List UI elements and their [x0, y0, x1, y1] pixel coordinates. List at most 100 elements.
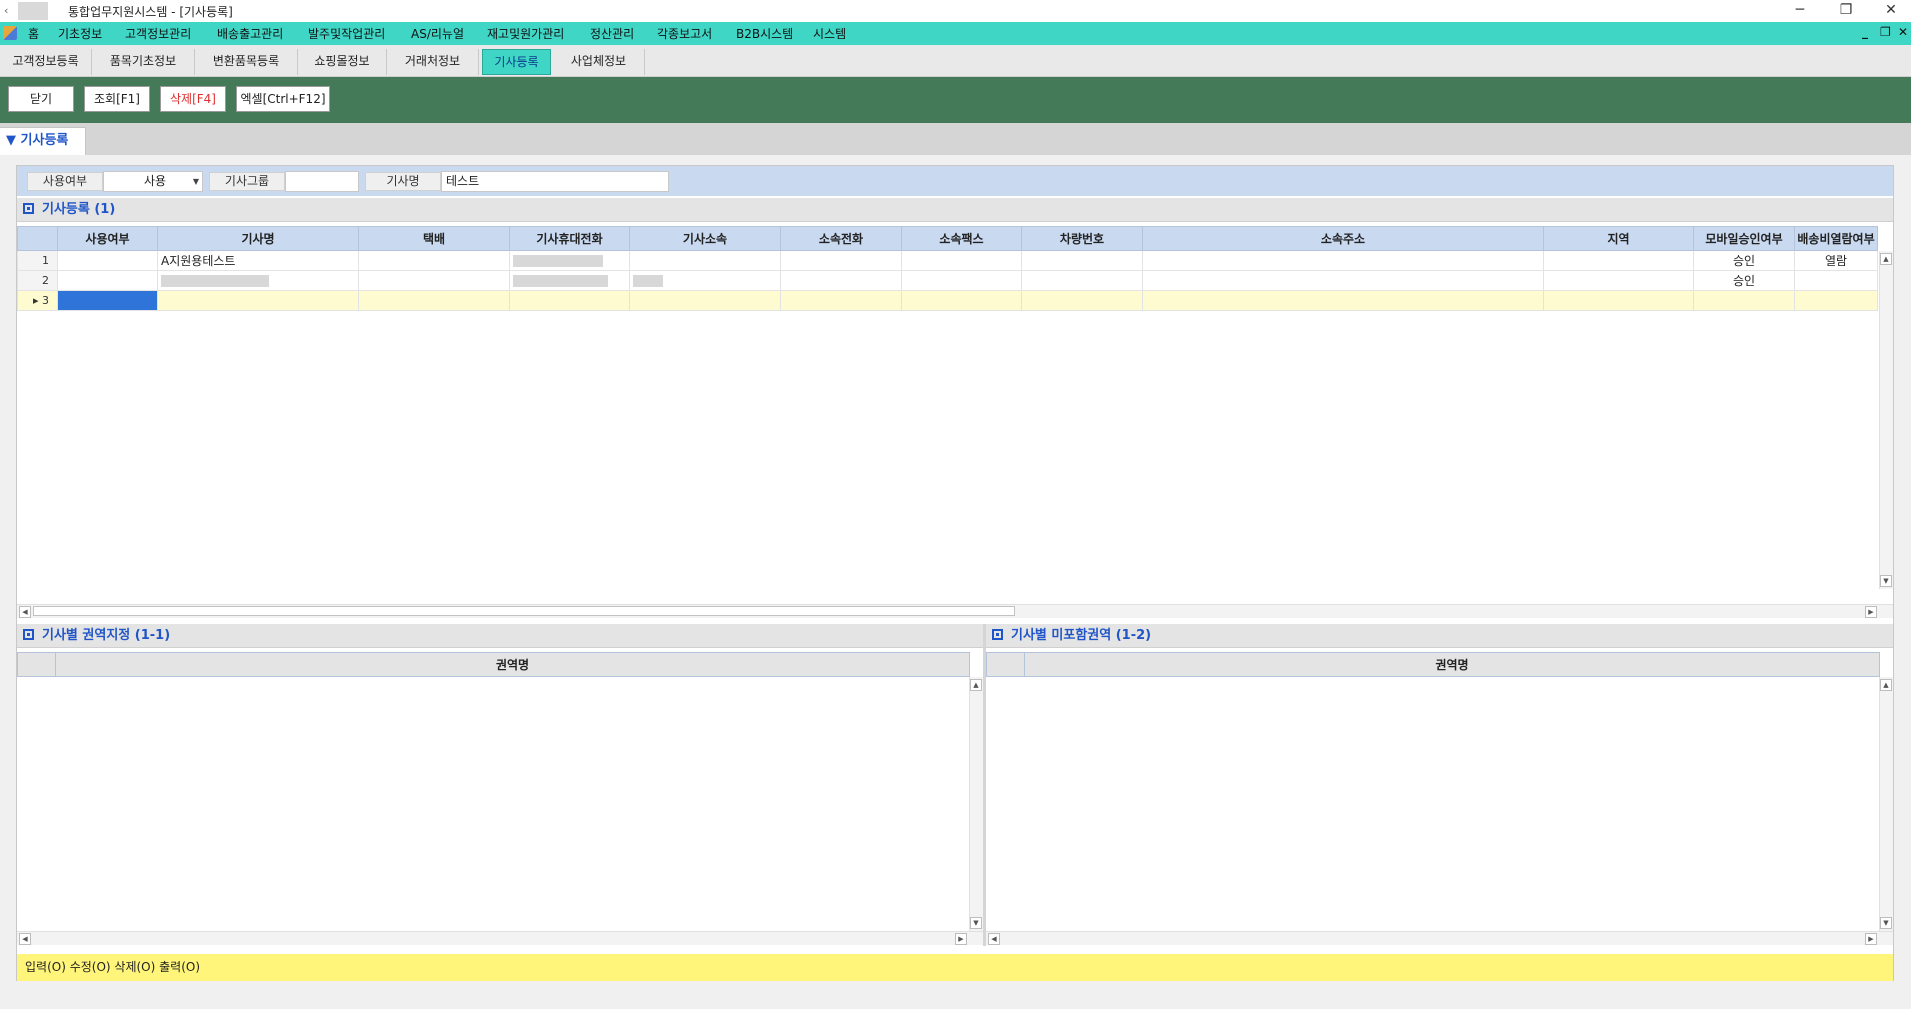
scroll-left-icon[interactable]: ◀: [988, 933, 1000, 945]
cell-aff-phone[interactable]: [780, 290, 902, 311]
menu-customer-info[interactable]: 고객정보관리: [125, 25, 191, 42]
cell-mobile[interactable]: [509, 290, 630, 311]
cell-name[interactable]: [157, 270, 359, 291]
cell-mobile-approval[interactable]: 승인: [1693, 270, 1795, 291]
col-vehicle[interactable]: 차량번호: [1021, 226, 1143, 251]
col-affiliation[interactable]: 기사소속: [629, 226, 781, 251]
cell-fee-view[interactable]: 열람: [1794, 250, 1878, 271]
tab-customer-register[interactable]: 고객정보등록: [0, 49, 92, 75]
menu-inventory[interactable]: 재고및원가관리: [487, 25, 564, 42]
cell-affiliation[interactable]: [629, 290, 781, 311]
col-zone-name[interactable]: 권역명: [55, 652, 970, 677]
scroll-down-icon[interactable]: ▼: [1880, 575, 1892, 587]
cell-vehicle[interactable]: [1021, 290, 1143, 311]
table-row-selected[interactable]: ▸ 3: [17, 290, 1878, 311]
scroll-right-icon[interactable]: ▶: [955, 933, 967, 945]
cell-mobile[interactable]: [509, 250, 630, 271]
menu-system[interactable]: 시스템: [813, 25, 846, 42]
tab-driver-register[interactable]: 기사등록: [482, 49, 551, 75]
scroll-left-icon[interactable]: ◀: [19, 933, 31, 945]
menu-as-renewal[interactable]: AS/리뉴얼: [411, 25, 464, 42]
cell-name[interactable]: [157, 290, 359, 311]
cell-aff-fax[interactable]: [901, 250, 1022, 271]
mdi-minimize-icon[interactable]: _: [1862, 25, 1868, 39]
cell-use-editing[interactable]: [57, 290, 158, 311]
delete-button[interactable]: 삭제[F4]: [160, 86, 226, 112]
scroll-up-icon[interactable]: ▲: [1880, 679, 1892, 691]
cell-vehicle[interactable]: [1021, 250, 1143, 271]
menu-reports[interactable]: 각종보고서: [657, 25, 712, 42]
menu-home[interactable]: 홈: [28, 25, 39, 42]
group-input[interactable]: [285, 171, 359, 192]
col-aff-phone[interactable]: 소속전화: [780, 226, 902, 251]
tab-shopping-mall[interactable]: 쇼핑몰정보: [298, 49, 387, 75]
close-icon[interactable]: ✕: [1871, 0, 1911, 22]
cell-mobile-approval[interactable]: 승인: [1693, 250, 1795, 271]
use-select[interactable]: 사용 ▼: [103, 171, 203, 192]
col-region[interactable]: 지역: [1543, 226, 1694, 251]
minimize-icon[interactable]: ─: [1780, 0, 1820, 22]
cell-name[interactable]: A지원용테스트: [157, 250, 359, 271]
zone-exclude-hscroll[interactable]: ◀ ▶: [986, 931, 1893, 945]
col-use[interactable]: 사용여부: [57, 226, 158, 251]
scroll-down-icon[interactable]: ▼: [1880, 917, 1892, 929]
col-aff-fax[interactable]: 소속팩스: [901, 226, 1022, 251]
main-horizontal-scrollbar[interactable]: ◀ ▶: [17, 604, 1893, 618]
zone-assign-hscroll[interactable]: ◀ ▶: [17, 931, 983, 945]
name-input[interactable]: 테스트: [441, 171, 669, 192]
cell-affiliation[interactable]: [629, 270, 781, 291]
col-name[interactable]: 기사명: [157, 226, 359, 251]
cell-aff-phone[interactable]: [780, 250, 902, 271]
cell-mobile[interactable]: [509, 270, 630, 291]
collapse-icon[interactable]: [23, 629, 34, 640]
table-row[interactable]: 2 승인: [17, 270, 1878, 291]
cell-courier[interactable]: [358, 290, 510, 311]
cell-region[interactable]: [1543, 270, 1694, 291]
cell-region[interactable]: [1543, 290, 1694, 311]
menu-b2b[interactable]: B2B시스템: [736, 25, 793, 42]
mdi-restore-icon[interactable]: ❐: [1880, 25, 1891, 39]
restore-icon[interactable]: ❐: [1826, 0, 1866, 22]
scroll-thumb[interactable]: [33, 606, 1015, 616]
zone-exclude-vscroll[interactable]: ▲ ▼: [1879, 677, 1893, 931]
tab-item-convert[interactable]: 변환품목등록: [195, 49, 298, 75]
scroll-up-icon[interactable]: ▲: [1880, 253, 1892, 265]
col-fee-view[interactable]: 배송비열람여부: [1794, 226, 1878, 251]
menu-delivery[interactable]: 배송출고관리: [217, 25, 283, 42]
scroll-left-icon[interactable]: ◀: [19, 606, 31, 618]
back-icon[interactable]: ‹: [4, 4, 12, 18]
main-vertical-scrollbar[interactable]: ▲ ▼: [1879, 251, 1893, 589]
col-address[interactable]: 소속주소: [1142, 226, 1544, 251]
chevron-down-icon[interactable]: ▼: [193, 172, 199, 191]
scroll-up-icon[interactable]: ▲: [970, 679, 982, 691]
cell-aff-fax[interactable]: [901, 270, 1022, 291]
cell-aff-phone[interactable]: [780, 270, 902, 291]
excel-button[interactable]: 엑셀[Ctrl+F12]: [236, 86, 330, 112]
col-zone-name[interactable]: 권역명: [1024, 652, 1880, 677]
cell-region[interactable]: [1543, 250, 1694, 271]
cell-address[interactable]: [1142, 250, 1544, 271]
col-courier[interactable]: 택배: [358, 226, 510, 251]
cell-vehicle[interactable]: [1021, 270, 1143, 291]
menu-settlement[interactable]: 정산관리: [590, 25, 634, 42]
cell-address[interactable]: [1142, 270, 1544, 291]
cell-fee-view[interactable]: [1794, 270, 1878, 291]
cell-affiliation[interactable]: [629, 250, 781, 271]
cell-aff-fax[interactable]: [901, 290, 1022, 311]
close-button[interactable]: 닫기: [8, 86, 74, 112]
cell-fee-view[interactable]: [1794, 290, 1878, 311]
section-tab-driver[interactable]: ▼ 기사등록: [0, 127, 86, 155]
cell-use[interactable]: [57, 270, 158, 291]
table-row[interactable]: 1 A지원용테스트 승인 열람: [17, 250, 1878, 271]
search-button[interactable]: 조회[F1]: [84, 86, 150, 112]
collapse-icon[interactable]: [23, 203, 34, 214]
scroll-right-icon[interactable]: ▶: [1865, 606, 1877, 618]
zone-assign-vscroll[interactable]: ▲ ▼: [969, 677, 983, 931]
col-mobile[interactable]: 기사휴대전화: [509, 226, 630, 251]
mdi-close-icon[interactable]: ✕: [1898, 25, 1908, 39]
menu-order-work[interactable]: 발주및작업관리: [308, 25, 385, 42]
cell-use[interactable]: [57, 250, 158, 271]
col-mobile-approval[interactable]: 모바일승인여부: [1693, 226, 1795, 251]
cell-courier[interactable]: [358, 250, 510, 271]
scroll-down-icon[interactable]: ▼: [970, 917, 982, 929]
